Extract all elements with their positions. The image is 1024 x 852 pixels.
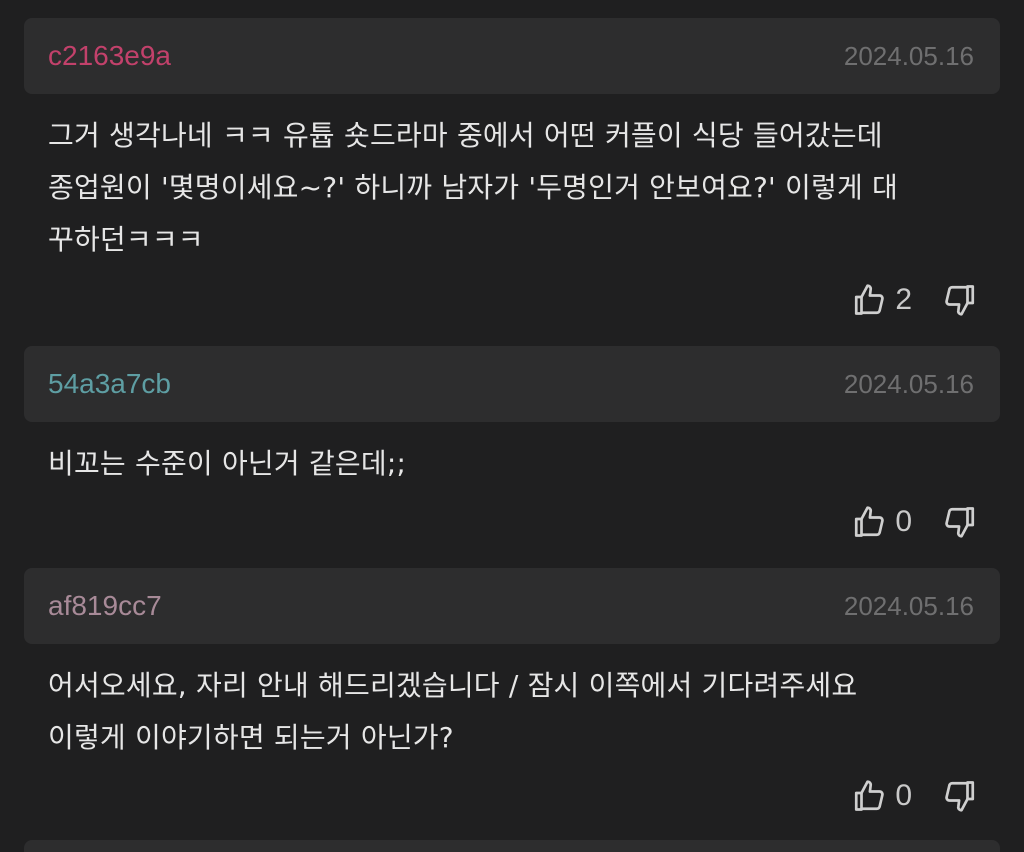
comment-text: 어서오세요, 자리 안내 해드리겠습니다 / 잠시 이쪽에서 기다려주세요 이렇… (24, 644, 1000, 764)
comment-actions: 0 (851, 776, 978, 816)
comment-text-line: 비꼬는 수준이 아닌거 같은데;; (48, 447, 407, 480)
like-button[interactable]: 0 (851, 502, 942, 542)
thumbs-up-icon (855, 780, 885, 811)
thumbs-up-icon (855, 284, 885, 315)
comment-text-line: 종업원이 '몇명이세요~?' 하니까 남자가 '두명인거 안보여요?' 이렇게 … (48, 171, 898, 204)
comment-author[interactable]: 54a3a7cb (48, 366, 171, 402)
comment-header: c2163e9a 2024.05.16 (24, 18, 1000, 94)
comment-text-line: 그거 생각나네 ㅋㅋ 유튭 숏드라마 중에서 어떤 커플이 식당 들어갔는데 (48, 119, 883, 152)
dislike-button[interactable] (942, 504, 978, 540)
like-button[interactable]: 2 (851, 280, 942, 320)
comment-header: 54a3a7cb 2024.05.16 (24, 346, 1000, 422)
comment-item: 54a3a7cb 2024.05.16 비꼬는 수준이 아닌거 같은데;; 0 (24, 346, 1000, 538)
next-comment-header (24, 840, 1000, 852)
comment-text-line: 이렇게 이야기하면 되는거 아닌가? (48, 721, 454, 754)
comment-header: af819cc7 2024.05.16 (24, 568, 1000, 644)
comment-item: c2163e9a 2024.05.16 그거 생각나네 ㅋㅋ 유튭 숏드라마 중… (24, 18, 1000, 316)
like-count: 0 (895, 505, 912, 538)
thumbs-down-icon (945, 285, 975, 316)
like-count: 2 (895, 283, 912, 316)
comment-item: af819cc7 2024.05.16 어서오세요, 자리 안내 해드리겠습니다… (24, 568, 1000, 812)
comment-text: 그거 생각나네 ㅋㅋ 유튭 숏드라마 중에서 어떤 커플이 식당 들어갔는데 종… (24, 94, 1000, 266)
comment-date: 2024.05.16 (843, 41, 974, 71)
comment-date: 2024.05.16 (843, 369, 974, 399)
comment-author[interactable]: af819cc7 (48, 588, 162, 624)
thumbs-down-icon (945, 507, 975, 538)
comment-actions: 2 (851, 280, 978, 320)
comment-text-line: 꾸하던ㅋㅋㅋ (48, 223, 204, 256)
comment-text-line: 어서오세요, 자리 안내 해드리겠습니다 / 잠시 이쪽에서 기다려주세요 (48, 669, 858, 702)
comment-actions: 0 (851, 502, 978, 542)
like-button[interactable]: 0 (851, 776, 942, 816)
thumbs-up-icon (855, 506, 885, 537)
comment-date: 2024.05.16 (843, 591, 974, 621)
dislike-button[interactable] (942, 282, 978, 318)
comment-list: c2163e9a 2024.05.16 그거 생각나네 ㅋㅋ 유튭 숏드라마 중… (0, 0, 1024, 852)
thumbs-down-icon (945, 781, 975, 812)
comment-author[interactable]: c2163e9a (48, 38, 171, 74)
dislike-button[interactable] (942, 778, 978, 814)
comment-text: 비꼬는 수준이 아닌거 같은데;; (24, 422, 1000, 490)
like-count: 0 (895, 779, 912, 812)
